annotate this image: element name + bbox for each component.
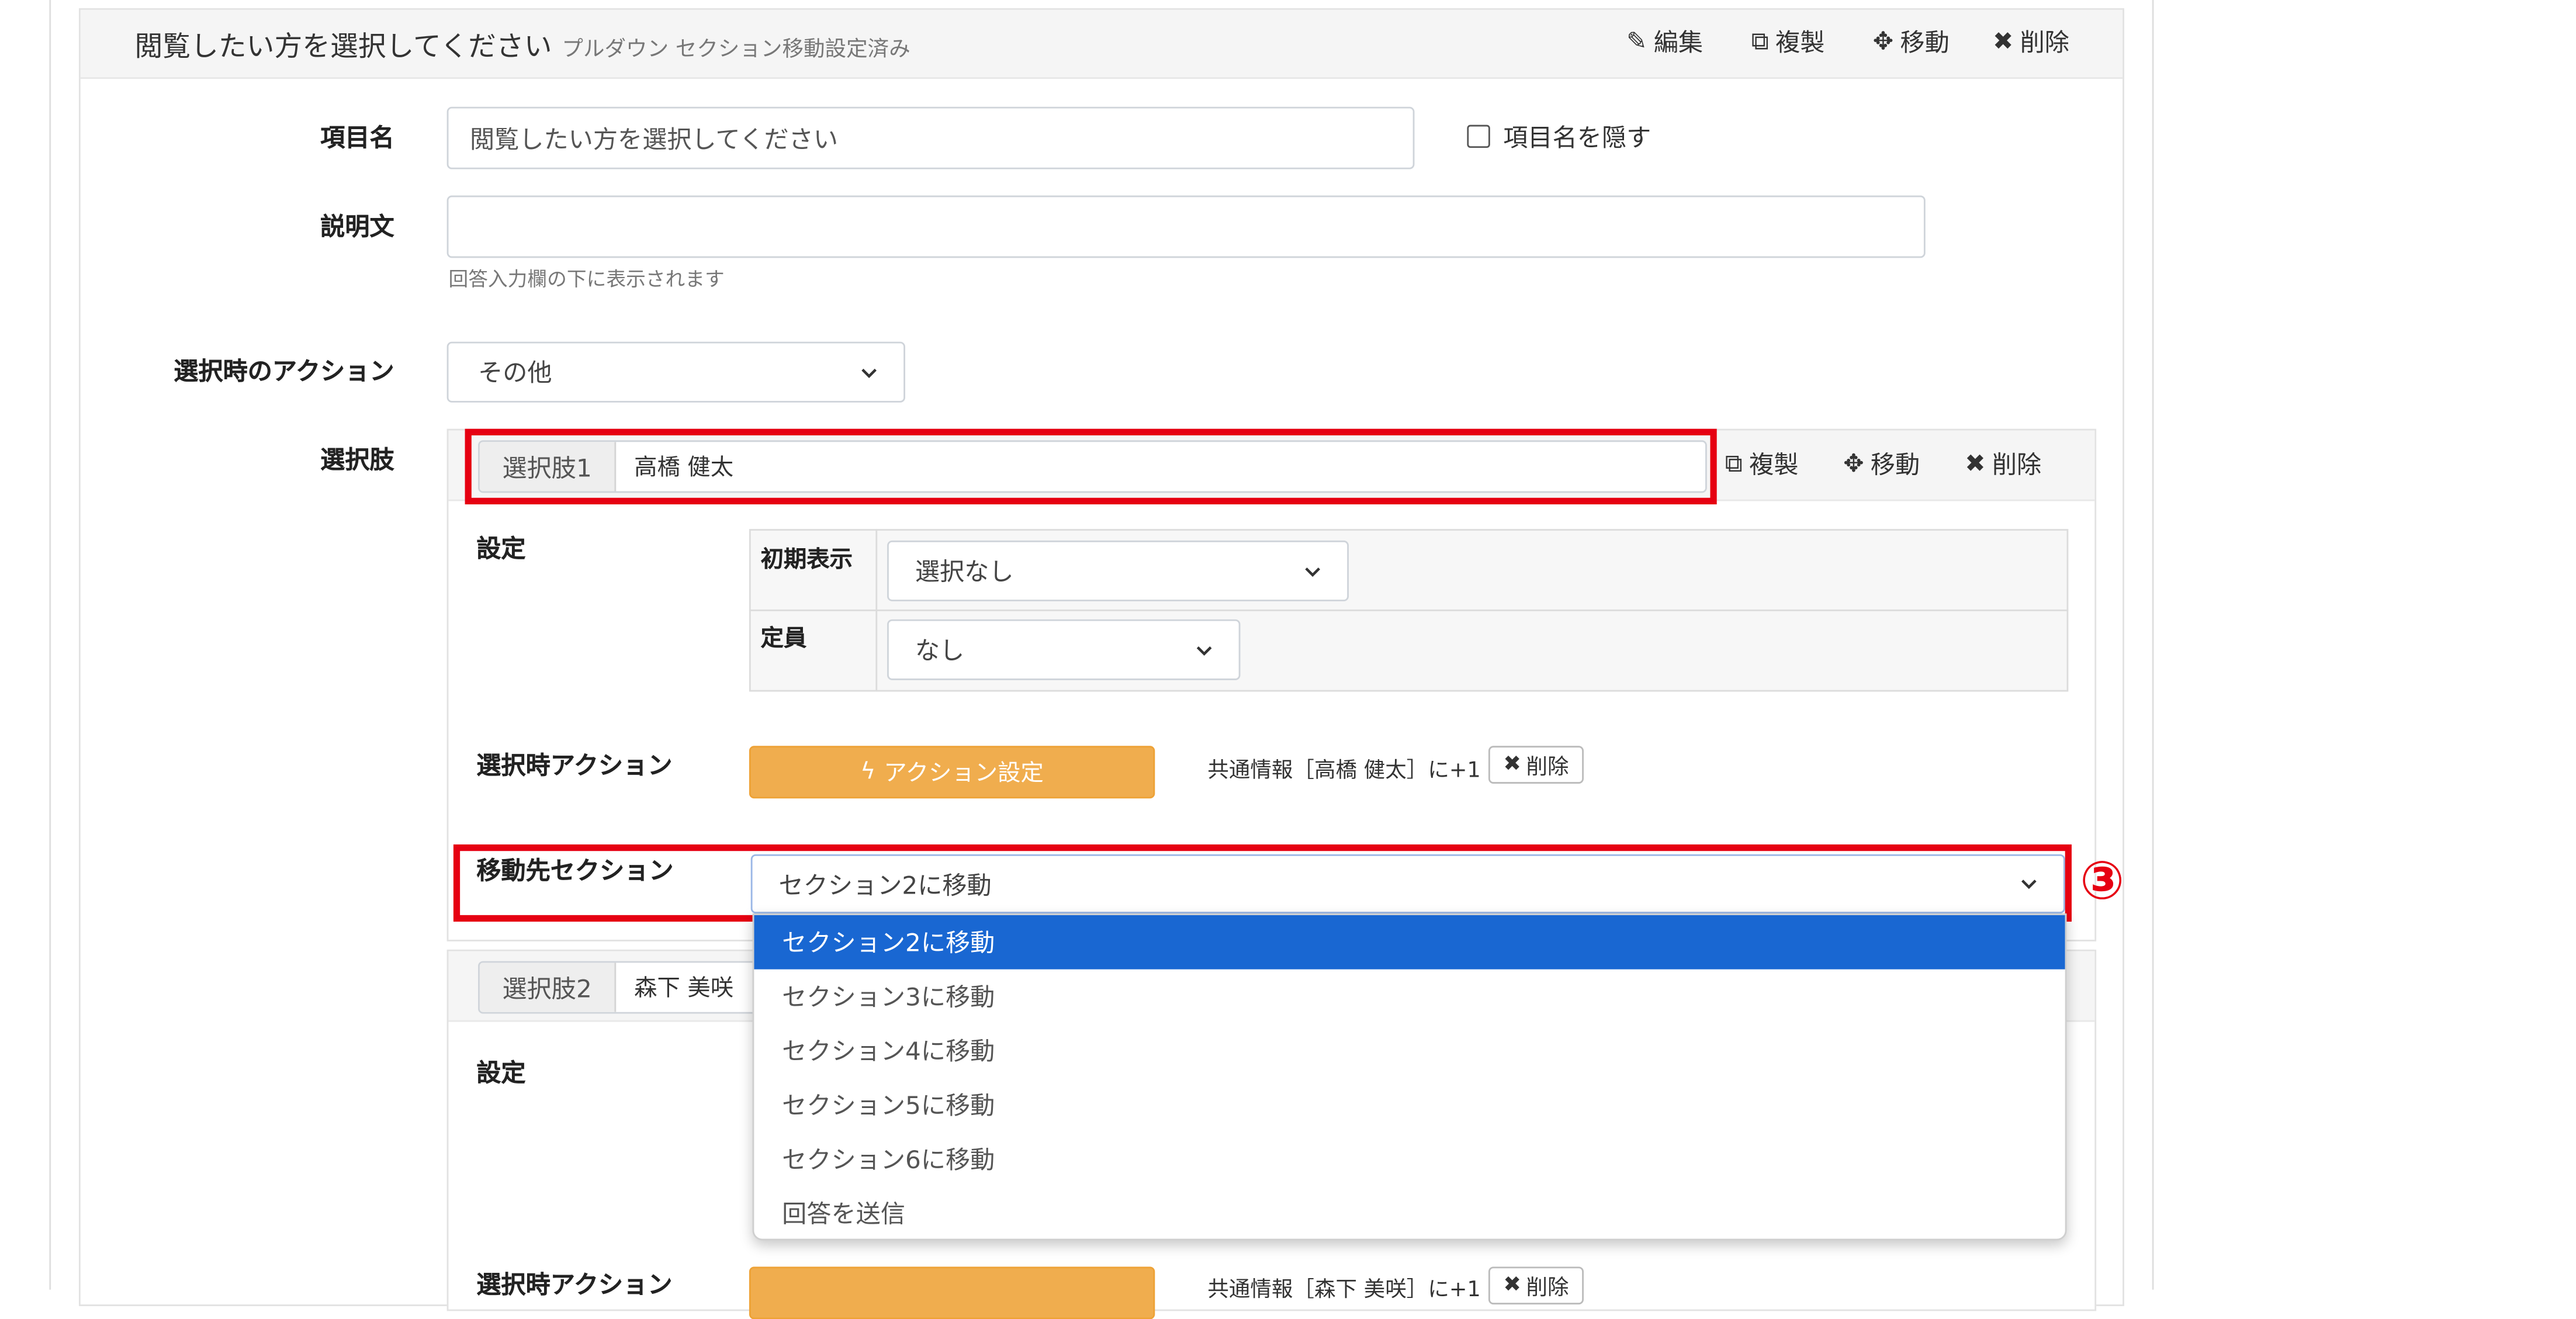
hide-label: 項目名を隠す xyxy=(1503,122,1651,153)
hide-item-name-option[interactable]: 項目名を隠す xyxy=(1467,120,1651,153)
move-icon: ✥ xyxy=(1872,25,1894,56)
field-title: 閲覧したい方を選択してください プルダウン セクション移動設定済み xyxy=(135,23,910,64)
choice-1-delete-label: 削除 xyxy=(1992,449,2042,479)
choice-2-settings-label: 設定 xyxy=(476,1058,526,1088)
duplicate-label: 複製 xyxy=(1775,27,1825,57)
choice-1-move-button[interactable]: ✥ 移動 xyxy=(1843,447,1920,480)
delete-button[interactable]: ✖ 削除 xyxy=(1993,25,2069,57)
action-select-value: その他 xyxy=(478,358,552,388)
action-select[interactable]: その他 xyxy=(446,341,905,403)
choice-2-tag: 選択肢2 xyxy=(479,963,617,1012)
page-stage: 閲覧したい方を選択してください プルダウン セクション移動設定済み ✎ 編集 ⧉… xyxy=(0,0,2576,1319)
highlight-destination xyxy=(453,844,2072,922)
field-title-text: 閲覧したい方を選択してください xyxy=(134,31,552,64)
chevron-down-icon xyxy=(1305,566,1320,576)
choice-1-delete-button[interactable]: ✖ 削除 xyxy=(1965,447,2041,480)
action-label: 選択時のアクション xyxy=(174,356,394,386)
item-name-input[interactable]: 閲覧したい方を選択してください xyxy=(446,106,1415,169)
close-icon: ✖ xyxy=(1965,448,1986,477)
item-name-label: 項目名 xyxy=(320,123,394,153)
capacity-value: なし xyxy=(915,635,965,666)
initial-display-select[interactable]: 選択なし xyxy=(887,540,1349,601)
field-subtitle: プルダウン セクション移動設定済み xyxy=(562,37,910,63)
close-icon: ✖ xyxy=(1503,1273,1522,1298)
copy-icon: ⧉ xyxy=(1751,25,1769,56)
initial-display-value: 選択なし xyxy=(915,557,1014,587)
step-marker: ③ xyxy=(2080,849,2125,912)
choice-1-duplicate-button[interactable]: ⧉ 複製 xyxy=(1725,447,1799,480)
choice-2-action-summary: 共通情報［森下 美咲］に+1 xyxy=(1207,1278,1481,1303)
dropdown-option[interactable]: セクション2に移動 xyxy=(754,915,2065,970)
duplicate-button[interactable]: ⧉ 複製 xyxy=(1751,25,1825,57)
choice-1-action-delete-button[interactable]: ✖ 削除 xyxy=(1488,746,1584,784)
choice-1-action-summary: 共通情報［高橋 健太］に+1 xyxy=(1207,759,1481,784)
edit-label: 編集 xyxy=(1653,27,1704,57)
dropdown-option[interactable]: セクション4に移動 xyxy=(754,1023,2065,1078)
settings-table-divider-h xyxy=(749,609,2069,611)
close-icon: ✖ xyxy=(1993,25,2014,56)
capacity-label: 定員 xyxy=(760,626,807,653)
move-icon: ✥ xyxy=(1843,448,1864,477)
choice-2-action-delete-button[interactable]: ✖ 削除 xyxy=(1488,1266,1584,1305)
capacity-select[interactable]: なし xyxy=(887,619,1241,680)
action-settings-button[interactable]: ϟ アクション設定 xyxy=(749,746,1155,799)
initial-display-label: 初期表示 xyxy=(760,547,853,574)
chevron-down-icon xyxy=(861,368,877,378)
dropdown-option[interactable]: セクション6に移動 xyxy=(754,1132,2065,1186)
hide-checkbox[interactable] xyxy=(1467,124,1490,148)
choice-1-move-label: 移動 xyxy=(1870,449,1920,479)
move-label: 移動 xyxy=(1900,27,1950,57)
edit-button[interactable]: ✎ 編集 xyxy=(1626,25,1703,57)
move-button[interactable]: ✥ 移動 xyxy=(1873,25,1950,57)
description-input[interactable] xyxy=(446,195,1926,258)
bolt-icon: ϟ xyxy=(860,759,876,785)
action-settings-label: アクション設定 xyxy=(884,760,1044,787)
choice-1-select-action-label: 選択時アクション xyxy=(476,750,673,781)
description-help: 回答入力欄の下に表示されます xyxy=(448,268,725,291)
pencil-icon: ✎ xyxy=(1626,25,1647,56)
close-icon: ✖ xyxy=(1503,752,1522,777)
destination-dropdown-list: セクション2に移動 セクション3に移動 セクション4に移動 セクション5に移動 … xyxy=(752,913,2067,1241)
choices-label: 選択肢 xyxy=(320,445,394,475)
dropdown-option[interactable]: セクション5に移動 xyxy=(754,1078,2065,1132)
chevron-down-icon xyxy=(1196,645,1212,655)
dropdown-option[interactable]: 回答を送信 xyxy=(754,1186,2065,1239)
choice-2-action-settings-button[interactable] xyxy=(749,1266,1155,1319)
dropdown-option[interactable]: セクション3に移動 xyxy=(754,970,2065,1024)
delete-label: 削除 xyxy=(2020,27,2069,57)
choice-1-action-delete-label: 削除 xyxy=(1526,756,1569,781)
choice-2-select-action-label: 選択時アクション xyxy=(476,1270,673,1300)
copy-icon: ⧉ xyxy=(1725,448,1743,477)
choice-1-settings-label: 設定 xyxy=(476,534,526,564)
description-label: 説明文 xyxy=(320,212,394,242)
choice-1-duplicate-label: 複製 xyxy=(1749,449,1799,479)
choice-2-action-delete-label: 削除 xyxy=(1526,1276,1569,1301)
highlight-choice-1 xyxy=(465,428,1717,505)
